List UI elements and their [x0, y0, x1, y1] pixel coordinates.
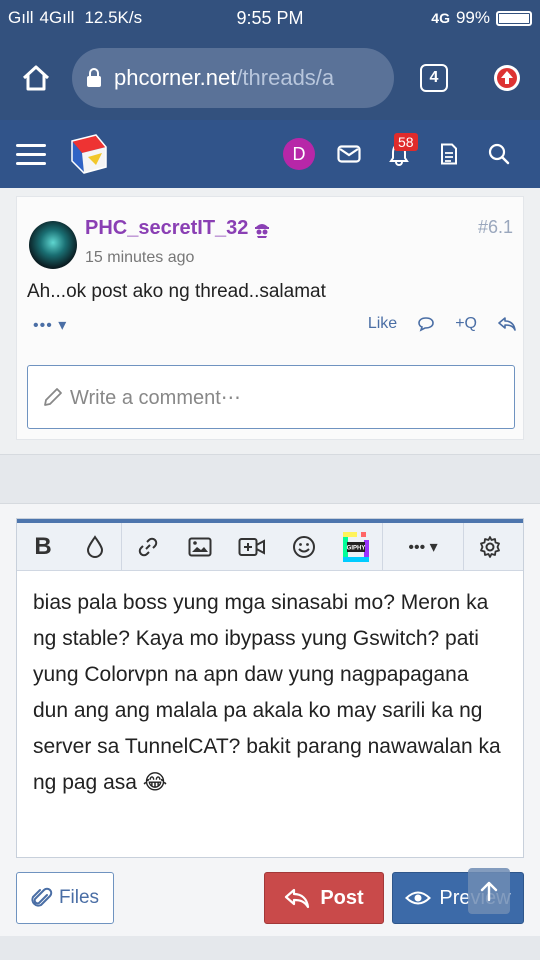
paperclip-icon [31, 887, 53, 907]
home-icon [22, 65, 50, 91]
quote-button[interactable]: +Q [455, 315, 477, 333]
gear-icon [480, 535, 500, 558]
more-options-button[interactable]: ••• ▾ [33, 315, 67, 335]
comment-username[interactable]: PHC_secretIT_32 [85, 217, 272, 240]
status-right: 4G 99% [431, 8, 532, 28]
hamburger-menu-icon[interactable] [16, 143, 46, 165]
comment-timestamp[interactable]: 15 minutes ago [85, 249, 194, 267]
page-bottom [0, 936, 540, 960]
username-text: PHC_secretIT_32 [85, 217, 249, 239]
update-button[interactable] [474, 36, 540, 120]
image-icon [188, 537, 212, 556]
bold-button[interactable]: B [17, 523, 69, 571]
editor-settings-button[interactable] [464, 523, 516, 571]
url-bar[interactable]: phcorner.net/threads/a [72, 48, 394, 108]
reply-arrow-icon[interactable] [497, 316, 517, 332]
signal-1: Gıll [8, 8, 34, 27]
network-speed: 12.5K/s [84, 8, 143, 27]
battery-text: 99% [455, 8, 490, 27]
notification-badge: 58 [394, 133, 418, 151]
spy-badge-icon [255, 223, 270, 238]
lock-icon [86, 68, 102, 88]
battery-icon [496, 10, 532, 26]
site-logo[interactable] [66, 131, 112, 177]
video-plus-icon [238, 537, 265, 556]
giphy-icon-label: GIPHY [347, 545, 366, 551]
insert-image-button[interactable] [174, 523, 226, 571]
url-path: /threads/a [236, 65, 335, 90]
files-label: Files [58, 887, 100, 908]
comment-card: PHC_secretIT_32 15 minutes ago #6.1 Ah..… [16, 196, 524, 440]
editor-toolbar: B GIPHY ••• ▾ [17, 522, 523, 571]
arrow-up-icon [480, 881, 498, 902]
pencil-icon [44, 388, 62, 406]
comment-body: Ah...ok post ako ng thread..salamat [27, 281, 326, 302]
upload-arrow-icon [494, 65, 520, 91]
document-icon [441, 143, 457, 165]
write-comment-placeholder: Write a comment⋯ [70, 386, 241, 409]
more-tools-label: ••• ▾ [408, 538, 438, 556]
tabs-button[interactable]: 4 [394, 36, 474, 120]
giphy-icon: GIPHY [343, 531, 369, 562]
scroll-to-top-button[interactable] [468, 868, 510, 914]
header-actions: D 58 [274, 129, 524, 179]
eye-icon [405, 891, 432, 905]
alerts-button[interactable]: 58 [374, 129, 424, 179]
status-left: Gıll 4Gıll 12.5K/s [8, 8, 142, 28]
smiley-icon [293, 535, 315, 558]
giphy-button[interactable]: GIPHY [330, 523, 382, 571]
inbox-button[interactable] [324, 129, 374, 179]
link-icon [138, 537, 158, 556]
post-label: Post [320, 886, 364, 909]
section-divider [0, 454, 540, 504]
write-comment-input[interactable]: Write a comment⋯ [27, 365, 515, 429]
network-type: 4G [431, 10, 450, 26]
editor-content[interactable]: bias pala boss yung mga sinasabi mo? Mer… [17, 571, 523, 815]
search-icon [488, 143, 510, 165]
tab-count: 4 [420, 64, 448, 92]
more-tools-button[interactable]: ••• ▾ [383, 523, 463, 571]
url-domain: phcorner.net [114, 65, 237, 90]
comment-actions: Like +Q [368, 315, 517, 333]
signal-2: 4Gıll [39, 8, 75, 27]
search-button[interactable] [474, 129, 524, 179]
smilies-button[interactable] [278, 523, 330, 571]
text-color-button[interactable] [69, 523, 121, 571]
attach-files-button[interactable]: Files [16, 872, 114, 924]
reply-arrow-icon [285, 888, 310, 909]
link-button[interactable] [122, 523, 174, 571]
reply-bubble-icon[interactable] [417, 316, 435, 332]
avatar: D [283, 138, 315, 170]
browser-bar: phcorner.net/threads/a 4 [0, 36, 540, 120]
rich-text-editor: B GIPHY ••• ▾ bias pala boss yung mga si… [16, 518, 524, 858]
site-header: D 58 [0, 120, 540, 188]
like-button[interactable]: Like [368, 315, 397, 333]
bold-icon: B [34, 532, 52, 560]
post-number[interactable]: #6.1 [478, 217, 513, 238]
battery-fill [499, 13, 529, 23]
droplet-icon [86, 534, 104, 558]
account-button[interactable]: D [274, 129, 324, 179]
mail-icon [337, 145, 361, 163]
status-bar: Gıll 4Gıll 12.5K/s 9:55 PM 4G 99% [0, 0, 540, 36]
whats-new-button[interactable] [424, 129, 474, 179]
user-avatar[interactable] [29, 221, 77, 269]
quick-reply: B GIPHY ••• ▾ bias pala boss yung mga si… [0, 504, 540, 960]
post-reply-button[interactable]: Post [264, 872, 384, 924]
insert-media-button[interactable] [226, 523, 278, 571]
home-button[interactable] [0, 36, 72, 120]
